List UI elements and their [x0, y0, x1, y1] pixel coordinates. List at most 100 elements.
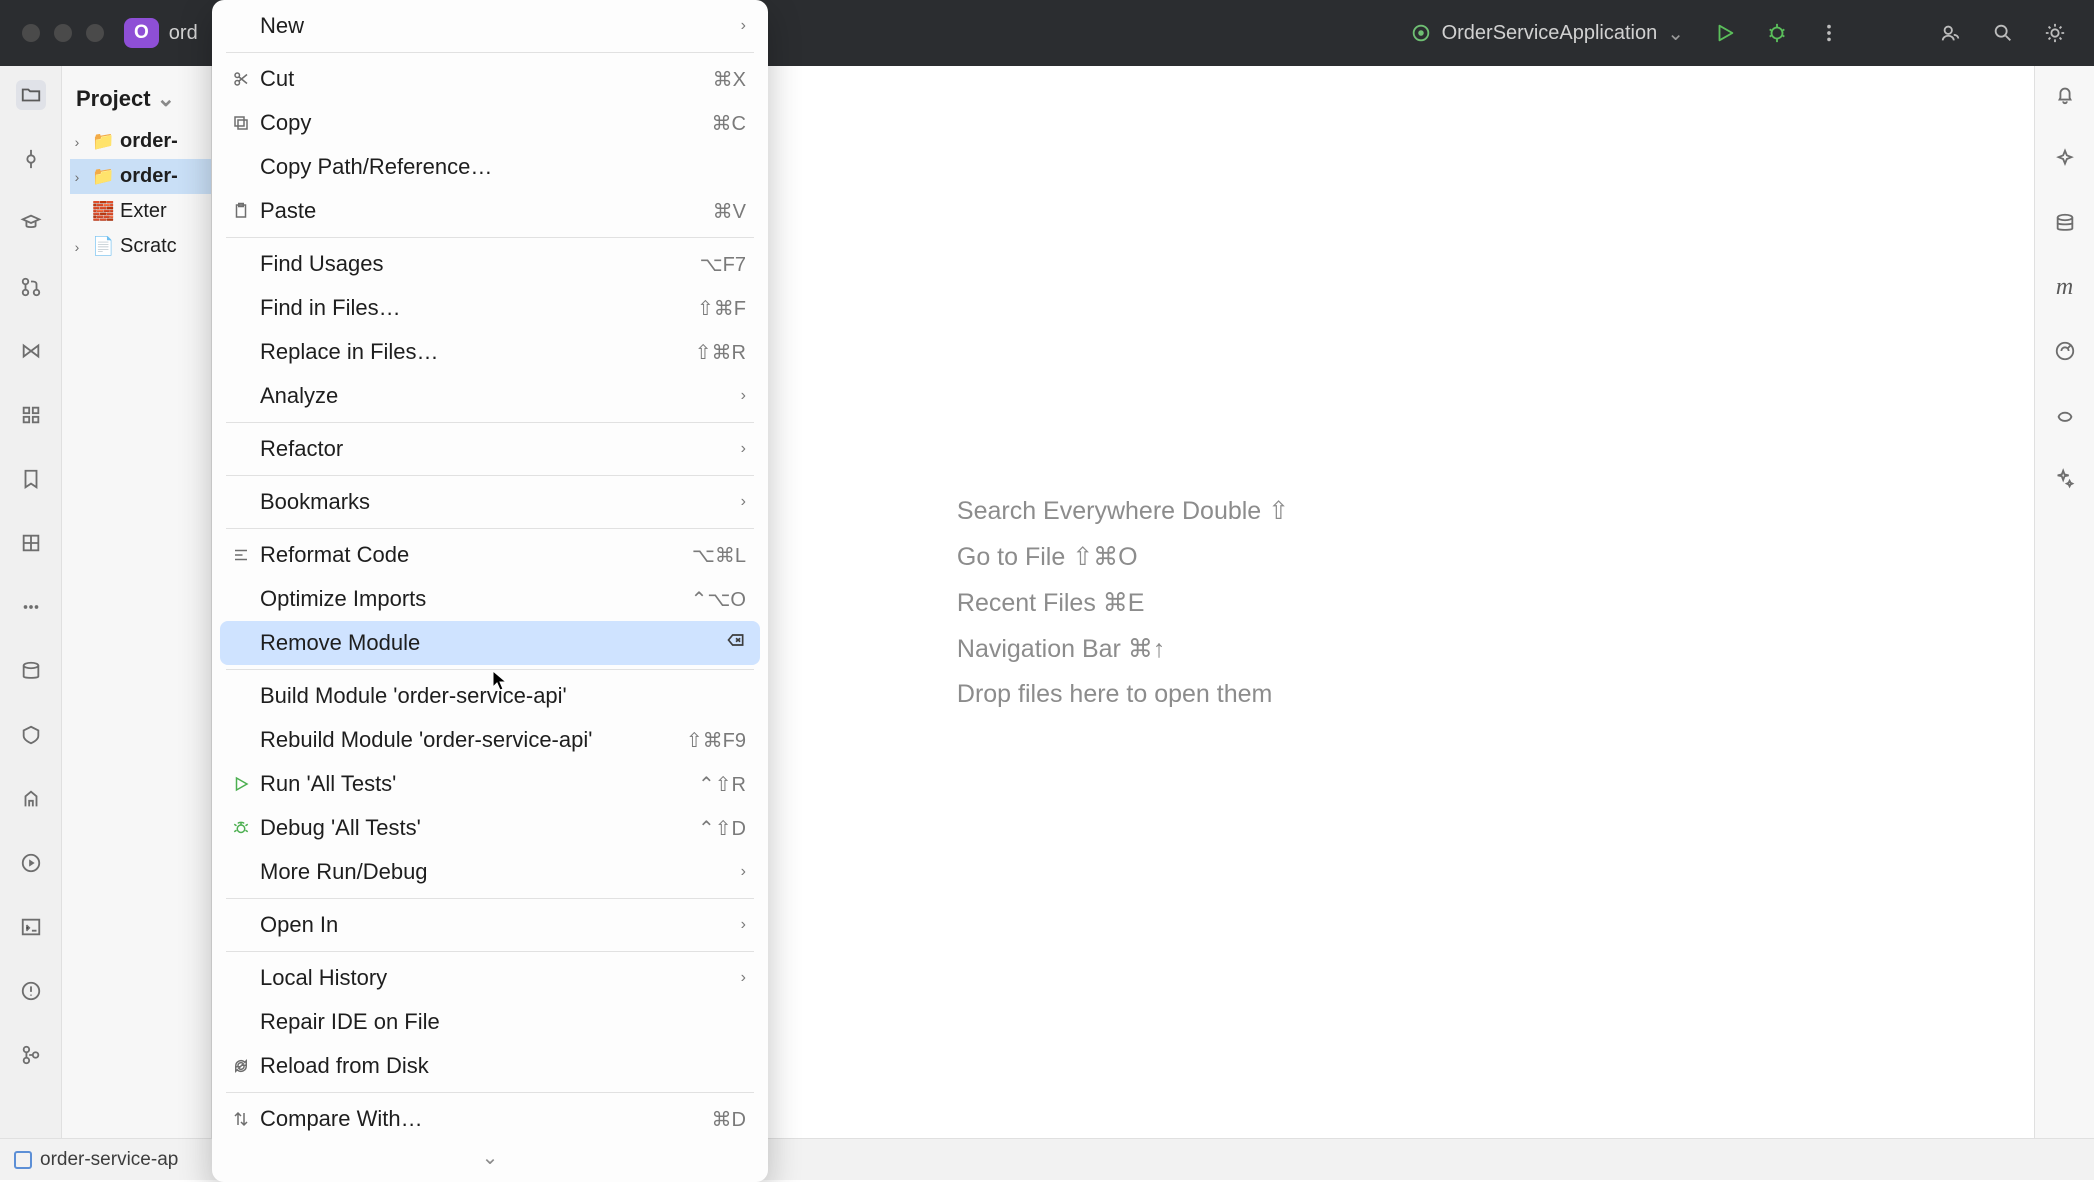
learn-tool-icon[interactable]: [16, 208, 46, 238]
menu-item-label: Refactor: [260, 436, 735, 462]
menu-item-find-usages[interactable]: Find Usages⌥F7: [220, 242, 760, 286]
endpoints-tool-icon[interactable]: [2050, 336, 2080, 366]
menu-item-repair-ide-on-file[interactable]: Repair IDE on File: [220, 1000, 760, 1044]
bookmarks-tool-icon[interactable]: [16, 464, 46, 494]
menu-item-label: Analyze: [260, 383, 735, 409]
menu-item-shortcut: ⌃⇧D: [698, 816, 746, 841]
diff-icon: [230, 1108, 252, 1130]
menu-item-new[interactable]: New›: [220, 4, 760, 48]
menu-item-build-module-order-service-api[interactable]: Build Module 'order-service-api': [220, 674, 760, 718]
tree-item-root[interactable]: › 📁 order-: [70, 124, 211, 159]
menu-item-shortcut: ⌃⇧R: [698, 772, 746, 797]
terminal-tool-icon[interactable]: [16, 912, 46, 942]
persistence-tool-icon[interactable]: [16, 656, 46, 686]
chevron-right-icon: ›: [741, 387, 746, 405]
tree-item-scratches[interactable]: › 📄 Scratc: [70, 229, 211, 264]
zoom-window-dot[interactable]: [86, 24, 104, 42]
bug-icon: [230, 817, 252, 839]
more-tool-icon[interactable]: [16, 592, 46, 622]
backspace-icon: [726, 630, 746, 656]
menu-item-label: Replace in Files…: [260, 339, 695, 365]
minimize-window-dot[interactable]: [54, 24, 72, 42]
flame-icon: [1410, 22, 1432, 44]
menu-item-label: Reload from Disk: [260, 1053, 746, 1079]
menu-item-open-in[interactable]: Open In›: [220, 903, 760, 947]
breadcrumb[interactable]: ord: [169, 22, 198, 45]
status-module[interactable]: order-service-ap: [14, 1149, 178, 1171]
menu-item-shortcut: ⌘D: [712, 1107, 746, 1132]
menu-item-optimize-imports[interactable]: Optimize Imports⌃⌥O: [220, 577, 760, 621]
ai-assistant-icon[interactable]: [2050, 464, 2080, 494]
menu-item-label: New: [260, 13, 735, 39]
menu-item-replace-in-files[interactable]: Replace in Files…⇧⌘R: [220, 330, 760, 374]
settings-icon[interactable]: [2044, 22, 2066, 44]
git-tool-icon[interactable]: [16, 1040, 46, 1070]
chevron-right-icon: ›: [741, 916, 746, 934]
menu-separator: [226, 475, 754, 476]
tip-drop-files: Drop files here to open them: [957, 680, 1289, 709]
menu-item-compare-with[interactable]: Compare With…⌘D: [220, 1097, 760, 1141]
run-config-label: OrderServiceApplication: [1442, 22, 1658, 45]
menu-item-find-in-files[interactable]: Find in Files…⇧⌘F: [220, 286, 760, 330]
project-tool-icon[interactable]: [16, 80, 46, 110]
maven-tool-icon[interactable]: m: [2050, 272, 2080, 302]
menu-item-shortcut: ⌘X: [713, 67, 746, 92]
menu-scroll-down-icon[interactable]: ⌄: [220, 1141, 760, 1174]
pull-request-tool-icon[interactable]: [16, 272, 46, 302]
build-tool-icon[interactable]: [16, 784, 46, 814]
menu-item-bookmarks[interactable]: Bookmarks›: [220, 480, 760, 524]
code-with-me-icon[interactable]: [1940, 22, 1962, 44]
menu-item-copy[interactable]: Copy⌘C: [220, 101, 760, 145]
notifications-icon[interactable]: [2050, 80, 2080, 110]
database-tool-icon[interactable]: [2050, 208, 2080, 238]
vcs-tool-icon[interactable]: [16, 336, 46, 366]
search-icon[interactable]: [1992, 22, 2014, 44]
menu-item-label: Compare With…: [260, 1106, 712, 1132]
tip-goto-file: Go to File ⇧⌘O: [957, 542, 1289, 572]
menu-item-label: Copy: [260, 110, 712, 136]
beans-tool-icon[interactable]: [2050, 400, 2080, 430]
run-configuration-selector[interactable]: OrderServiceApplication ⌄: [1410, 21, 1684, 46]
tree-item-external-libs[interactable]: 🧱 Exter: [70, 194, 211, 229]
project-panel: Project ⌄ › 📁 order- › 📁 order- 🧱 Exter …: [62, 66, 212, 1138]
tree-item-label: order-: [120, 165, 178, 188]
menu-item-local-history[interactable]: Local History ›: [220, 956, 760, 1000]
menu-item-shortcut: ⇧⌘F: [697, 296, 746, 321]
menu-item-more-run-debug[interactable]: More Run/Debug›: [220, 850, 760, 894]
menu-item-label: Find Usages: [260, 251, 700, 277]
menu-item-cut[interactable]: Cut⌘X: [220, 57, 760, 101]
structure-tool-icon[interactable]: [16, 400, 46, 430]
menu-item-run-all-tests[interactable]: Run 'All Tests'⌃⇧R: [220, 762, 760, 806]
menu-item-analyze[interactable]: Analyze ›: [220, 374, 760, 418]
coverage-tool-icon[interactable]: [16, 528, 46, 558]
menu-item-copy-path-reference[interactable]: Copy Path/Reference…: [220, 145, 760, 189]
menu-item-rebuild-module-order-service-api[interactable]: Rebuild Module 'order-service-api'⇧⌘F9: [220, 718, 760, 762]
menu-item-remove-module[interactable]: Remove Module: [220, 621, 760, 665]
expand-chevron-icon[interactable]: ›: [70, 239, 84, 255]
menu-item-debug-all-tests[interactable]: Debug 'All Tests'⌃⇧D: [220, 806, 760, 850]
tree-item-module[interactable]: › 📁 order-: [70, 159, 211, 194]
expand-chevron-icon[interactable]: ›: [70, 134, 84, 150]
reformat-icon: [230, 544, 252, 566]
project-badge[interactable]: O: [124, 18, 159, 48]
commit-tool-icon[interactable]: [16, 144, 46, 174]
run-tool-icon[interactable]: [16, 848, 46, 878]
services-tool-icon[interactable]: [16, 720, 46, 750]
close-window-dot[interactable]: [22, 24, 40, 42]
run-button-icon[interactable]: [1714, 22, 1736, 44]
menu-item-label: Debug 'All Tests': [260, 815, 698, 841]
menu-item-reload-from-disk[interactable]: Reload from Disk: [220, 1044, 760, 1088]
problems-tool-icon[interactable]: [16, 976, 46, 1006]
menu-item-label: Local History: [260, 965, 735, 991]
project-panel-header[interactable]: Project ⌄: [62, 78, 211, 120]
more-actions-icon[interactable]: [1818, 22, 1840, 44]
menu-item-reformat-code[interactable]: Reformat Code⌥⌘L: [220, 533, 760, 577]
chevron-right-icon: ›: [741, 969, 746, 987]
ai-spark-icon[interactable]: [2050, 144, 2080, 174]
menu-item-shortcut: ⌥⌘L: [692, 543, 746, 568]
debug-button-icon[interactable]: [1766, 22, 1788, 44]
editor-tips: Search Everywhere Double ⇧ Go to File ⇧⌘…: [957, 480, 1289, 725]
expand-chevron-icon[interactable]: ›: [70, 169, 84, 185]
menu-item-paste[interactable]: Paste⌘V: [220, 189, 760, 233]
menu-item-refactor[interactable]: Refactor›: [220, 427, 760, 471]
